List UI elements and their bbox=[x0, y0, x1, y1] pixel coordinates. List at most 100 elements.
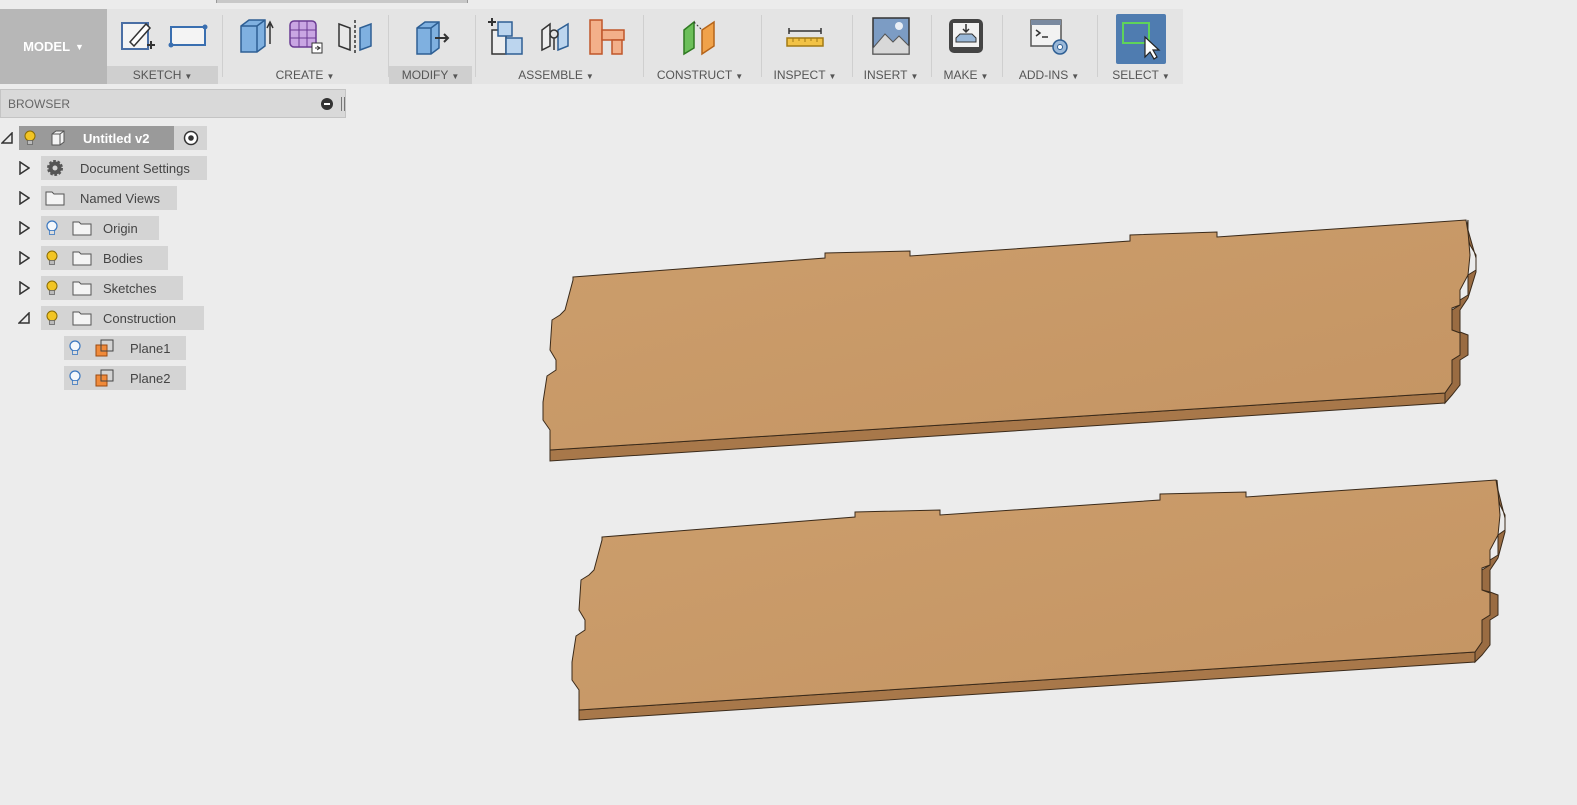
separator bbox=[931, 15, 932, 77]
modify-label: MODIFY bbox=[401, 68, 449, 82]
board-body-1[interactable] bbox=[542, 219, 1477, 462]
create-group: CREATE ▼ bbox=[224, 9, 386, 84]
collapsed-triangle-icon[interactable] bbox=[17, 190, 31, 206]
browser-item-plane2[interactable]: Plane2 bbox=[64, 366, 186, 390]
separator bbox=[222, 15, 223, 77]
document-name: Untitled v2 bbox=[83, 130, 150, 146]
workspace-caret-icon: ▼ bbox=[75, 41, 84, 52]
browser-title: BROWSER bbox=[8, 97, 71, 111]
pin-icon[interactable] bbox=[341, 97, 345, 111]
scripts-addins-icon[interactable] bbox=[1027, 14, 1071, 58]
folder-icon bbox=[71, 307, 93, 329]
browser-item-label: Origin bbox=[103, 220, 138, 236]
browser-item-origin[interactable]: Origin bbox=[41, 216, 159, 240]
collapsed-triangle-icon[interactable] bbox=[17, 280, 31, 296]
browser-item-label: Bodies bbox=[103, 250, 143, 266]
lightbulb-off-icon[interactable] bbox=[64, 337, 86, 359]
separator bbox=[1097, 15, 1098, 77]
expanded-triangle-icon[interactable] bbox=[17, 310, 31, 326]
lightbulb-on-icon[interactable] bbox=[41, 277, 63, 299]
insert-menu[interactable]: INSERT ▼ bbox=[854, 66, 928, 84]
create-label: CREATE bbox=[275, 68, 324, 82]
expanded-triangle-icon[interactable] bbox=[0, 130, 14, 146]
workspace-label: MODEL bbox=[23, 39, 71, 54]
browser-item-label: Plane1 bbox=[130, 340, 171, 356]
separator bbox=[852, 15, 853, 77]
select-menu[interactable]: SELECT ▼ bbox=[1099, 66, 1183, 84]
browser-item-label: Construction bbox=[103, 310, 176, 326]
press-pull-icon[interactable] bbox=[409, 14, 453, 58]
extrude-icon[interactable] bbox=[233, 14, 277, 58]
insert-image-icon[interactable] bbox=[869, 14, 913, 58]
as-built-joint-icon[interactable] bbox=[584, 14, 628, 58]
form-icon[interactable] bbox=[283, 14, 327, 58]
joint-icon[interactable] bbox=[534, 14, 578, 58]
sketch-menu[interactable]: SKETCH ▼ bbox=[107, 66, 218, 84]
browser-header: BROWSER bbox=[0, 89, 346, 118]
assemble-menu[interactable]: ASSEMBLE ▼ bbox=[476, 66, 636, 84]
make-menu[interactable]: MAKE ▼ bbox=[933, 66, 999, 84]
sketch-group: SKETCH ▼ bbox=[107, 9, 218, 84]
modify-menu[interactable]: MODIFY ▼ bbox=[389, 66, 472, 84]
separator bbox=[643, 15, 644, 77]
make-label: MAKE bbox=[943, 68, 978, 82]
3d-viewport[interactable] bbox=[347, 118, 1577, 805]
addins-menu[interactable]: ADD-INS ▼ bbox=[1004, 66, 1094, 84]
browser-item-document-settings[interactable]: Document Settings bbox=[41, 156, 207, 180]
rectangle-icon[interactable] bbox=[166, 14, 210, 58]
collapsed-triangle-icon[interactable] bbox=[17, 250, 31, 266]
browser-item-plane1[interactable]: Plane1 bbox=[64, 336, 186, 360]
plane-icon bbox=[94, 367, 116, 389]
browser-item-label: Named Views bbox=[80, 190, 160, 206]
inspect-group: INSPECT ▼ bbox=[763, 9, 847, 84]
measure-icon[interactable] bbox=[783, 14, 827, 58]
activate-radio-icon[interactable] bbox=[174, 126, 207, 150]
select-label: SELECT bbox=[1112, 68, 1159, 82]
create-sketch-icon[interactable] bbox=[116, 14, 160, 58]
board-body-2[interactable] bbox=[571, 479, 1506, 721]
sketch-label: SKETCH bbox=[132, 68, 182, 82]
separator bbox=[1002, 15, 1003, 77]
browser-item-sketches[interactable]: Sketches bbox=[41, 276, 183, 300]
lightbulb-on-icon[interactable] bbox=[19, 127, 41, 149]
top-strip bbox=[0, 0, 1577, 8]
select-group: SELECT ▼ bbox=[1099, 9, 1183, 84]
lightbulb-on-icon[interactable] bbox=[41, 307, 63, 329]
folder-icon bbox=[71, 217, 93, 239]
assemble-group: ASSEMBLE ▼ bbox=[476, 9, 636, 84]
browser-item-label: Plane2 bbox=[130, 370, 171, 386]
new-component-icon[interactable] bbox=[484, 14, 528, 58]
3d-print-icon[interactable] bbox=[944, 14, 988, 58]
folder-icon bbox=[71, 247, 93, 269]
mirror-icon[interactable] bbox=[333, 14, 377, 58]
document-tab[interactable] bbox=[216, 0, 468, 3]
lightbulb-on-icon[interactable] bbox=[41, 247, 63, 269]
browser-item-named-views[interactable]: Named Views bbox=[41, 186, 177, 210]
separator bbox=[761, 15, 762, 77]
folder-icon bbox=[71, 277, 93, 299]
assemble-label: ASSEMBLE bbox=[518, 68, 583, 82]
workspace-switcher[interactable]: MODEL ▼ bbox=[0, 9, 107, 84]
browser-item-bodies[interactable]: Bodies bbox=[41, 246, 168, 270]
browser-item-label: Document Settings bbox=[80, 160, 190, 176]
lightbulb-off-icon[interactable] bbox=[41, 217, 63, 239]
modify-group: MODIFY ▼ bbox=[389, 9, 472, 84]
collapsed-triangle-icon[interactable] bbox=[17, 220, 31, 236]
window-select-icon[interactable] bbox=[1116, 14, 1166, 64]
browser-item-label: Sketches bbox=[103, 280, 157, 296]
offset-plane-icon[interactable] bbox=[678, 14, 722, 58]
browser-item-construction[interactable]: Construction bbox=[41, 306, 204, 330]
lightbulb-off-icon[interactable] bbox=[64, 367, 86, 389]
gear-icon bbox=[44, 157, 66, 179]
collapsed-triangle-icon[interactable] bbox=[17, 160, 31, 176]
browser-root-node[interactable]: Untitled v2 bbox=[19, 126, 207, 150]
inspect-menu[interactable]: INSPECT ▼ bbox=[763, 66, 847, 84]
addins-label: ADD-INS bbox=[1018, 68, 1069, 82]
create-menu[interactable]: CREATE ▼ bbox=[224, 66, 386, 84]
toolbar: MODEL ▼ SKETCH ▼ CREATE ▼ MODIFY ▼ ASSEM… bbox=[0, 9, 1183, 84]
inspect-label: INSPECT bbox=[773, 68, 826, 82]
construct-menu[interactable]: CONSTRUCT ▼ bbox=[645, 66, 755, 84]
component-icon bbox=[47, 127, 69, 149]
collapse-icon[interactable] bbox=[321, 98, 333, 110]
insert-label: INSERT bbox=[863, 68, 908, 82]
